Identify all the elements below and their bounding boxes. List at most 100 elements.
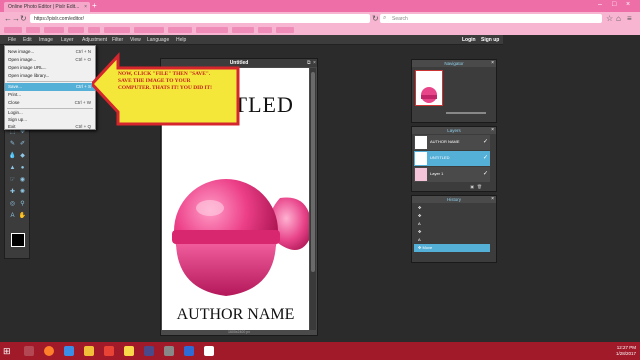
- windows-start-icon[interactable]: ⊞: [3, 346, 13, 356]
- menu-item-print[interactable]: Print...: [5, 91, 95, 99]
- visibility-check-icon[interactable]: ✓: [483, 138, 488, 145]
- bookmark-item[interactable]: [168, 27, 192, 33]
- calculator-icon[interactable]: [164, 346, 174, 356]
- scrollbar-thumb[interactable]: [311, 72, 315, 272]
- sticky-notes-icon[interactable]: [124, 346, 134, 356]
- reload-icon[interactable]: ↻: [20, 14, 27, 23]
- history-row[interactable]: ✥ Move: [414, 244, 490, 252]
- canvas-scrollbar[interactable]: [310, 68, 316, 330]
- bookmark-item[interactable]: [88, 27, 100, 33]
- menu-filter[interactable]: Filter: [112, 37, 123, 43]
- text-tool-icon[interactable]: A: [8, 212, 17, 220]
- back-icon[interactable]: ←: [4, 14, 12, 23]
- edge-icon[interactable]: [64, 346, 74, 356]
- new-tab-icon[interactable]: +: [92, 2, 100, 10]
- app-icon[interactable]: [104, 346, 114, 356]
- bookmark-item[interactable]: [104, 27, 130, 33]
- url-input[interactable]: https://pixlr.com/editor/: [30, 14, 370, 23]
- zoom-slider[interactable]: [446, 112, 486, 114]
- menu-item-save[interactable]: Save... Ctrl + S: [5, 83, 95, 91]
- new-layer-icon[interactable]: ▣: [470, 184, 474, 189]
- star-icon[interactable]: ☆: [606, 14, 613, 23]
- maximize-icon[interactable]: □: [612, 1, 616, 8]
- photos-icon[interactable]: [204, 346, 214, 356]
- close-window-icon[interactable]: ×: [626, 1, 630, 8]
- close-panel-icon[interactable]: ×: [491, 196, 494, 203]
- forward-icon[interactable]: →: [12, 14, 20, 23]
- stamp-tool-icon[interactable]: ▲: [8, 164, 17, 172]
- bookmark-item[interactable]: [196, 27, 228, 33]
- menu-help[interactable]: Help: [176, 37, 186, 43]
- bookmark-item[interactable]: [44, 27, 64, 33]
- maximize-doc-icon[interactable]: ⧉: [307, 59, 311, 67]
- bookmark-item[interactable]: [258, 27, 272, 33]
- minimize-icon[interactable]: –: [598, 1, 602, 8]
- layer-row[interactable]: Layer 1 ✓: [414, 167, 490, 182]
- signup-link[interactable]: Sign up: [481, 37, 499, 43]
- menu-item-open-library[interactable]: Open image library...: [5, 72, 95, 80]
- zoom-tool-icon[interactable]: ⚲: [18, 200, 27, 208]
- layer-row[interactable]: AUTHOR NAME ✓: [414, 135, 490, 150]
- navigator-thumbnail[interactable]: [415, 70, 443, 106]
- clock: 12:27 PM 1/28/2017: [616, 345, 636, 357]
- browser-tab-bar: Online Photo Editor | Pixlr Edit... × + …: [0, 0, 640, 12]
- menu-language[interactable]: Language: [147, 37, 169, 43]
- browser-tab[interactable]: Online Photo Editor | Pixlr Edit... ×: [4, 2, 90, 12]
- bookmark-item[interactable]: [276, 27, 294, 33]
- menu-item-close[interactable]: Close Ctrl + W: [5, 99, 95, 107]
- sponge-tool-icon[interactable]: ◉: [18, 176, 27, 184]
- menu-edit[interactable]: Edit: [23, 37, 32, 43]
- menu-icon[interactable]: ≡: [627, 14, 632, 23]
- menu-item-label: Print...: [8, 92, 22, 97]
- delete-layer-icon[interactable]: 🗑: [477, 184, 482, 189]
- bookmark-item[interactable]: [68, 27, 84, 33]
- close-panel-icon[interactable]: ×: [491, 60, 494, 67]
- color-replace-icon[interactable]: ●: [18, 164, 27, 172]
- drop-tool-icon[interactable]: 💧: [8, 152, 17, 160]
- firefox-icon[interactable]: [44, 346, 54, 356]
- bookmark-item[interactable]: [232, 27, 254, 33]
- menu-adjustment[interactable]: Adjustment: [82, 37, 107, 43]
- red-eye-tool-icon[interactable]: ◎: [8, 200, 17, 208]
- brush-tool-icon[interactable]: ✐: [18, 140, 27, 148]
- home-icon[interactable]: ⌂: [616, 14, 621, 23]
- bucket-tool-icon[interactable]: ◆: [18, 152, 27, 160]
- close-doc-icon[interactable]: ×: [313, 59, 316, 67]
- bookmark-item[interactable]: [26, 27, 40, 33]
- word-icon[interactable]: [184, 346, 194, 356]
- address-bar-row: ← → ↻ https://pixlr.com/editor/ ↻ ⌕ Sear…: [0, 12, 640, 25]
- login-link[interactable]: Login: [462, 37, 476, 43]
- search-input[interactable]: ⌕ Search: [380, 14, 602, 23]
- history-row[interactable]: ✥: [414, 204, 490, 212]
- history-row[interactable]: ✥: [414, 212, 490, 220]
- menu-file[interactable]: File: [8, 37, 16, 43]
- smudge-tool-icon[interactable]: ☞: [8, 176, 17, 184]
- bookmark-item[interactable]: [4, 27, 22, 33]
- menu-view[interactable]: View: [130, 37, 141, 43]
- layer-row[interactable]: UNTITLED ✓: [414, 151, 490, 166]
- refresh-icon[interactable]: ↻: [372, 14, 379, 23]
- bookmark-item[interactable]: [134, 27, 164, 33]
- close-icon[interactable]: ×: [84, 4, 87, 10]
- pencil-tool-icon[interactable]: ✎: [8, 140, 17, 148]
- history-row[interactable]: ✥: [414, 228, 490, 236]
- menu-item-open-url[interactable]: Open image URL...: [5, 64, 95, 72]
- menu-layer[interactable]: Layer: [61, 37, 74, 43]
- foreground-color-swatch[interactable]: [11, 233, 25, 247]
- heal-tool-icon[interactable]: ✚: [8, 188, 17, 196]
- folder-icon[interactable]: [144, 346, 154, 356]
- menu-item-shortcut: Ctrl + W: [74, 100, 91, 105]
- history-row[interactable]: A: [414, 220, 490, 228]
- drive-icon[interactable]: [84, 346, 94, 356]
- bloat-tool-icon[interactable]: ✺: [18, 188, 27, 196]
- history-row[interactable]: A: [414, 236, 490, 244]
- visibility-check-icon[interactable]: ✓: [483, 154, 488, 161]
- visibility-check-icon[interactable]: ✓: [483, 170, 488, 177]
- search-taskbar-icon[interactable]: [24, 346, 34, 356]
- menu-item-new-image[interactable]: New image... Ctrl + N: [5, 48, 95, 56]
- menu-item-open-image[interactable]: Open image... Ctrl + O: [5, 56, 95, 64]
- menu-item-exit[interactable]: Exit Ctrl + Q: [5, 123, 95, 131]
- menu-image[interactable]: Image: [39, 37, 53, 43]
- close-panel-icon[interactable]: ×: [491, 127, 494, 134]
- hand-tool-icon[interactable]: ✋: [18, 212, 27, 220]
